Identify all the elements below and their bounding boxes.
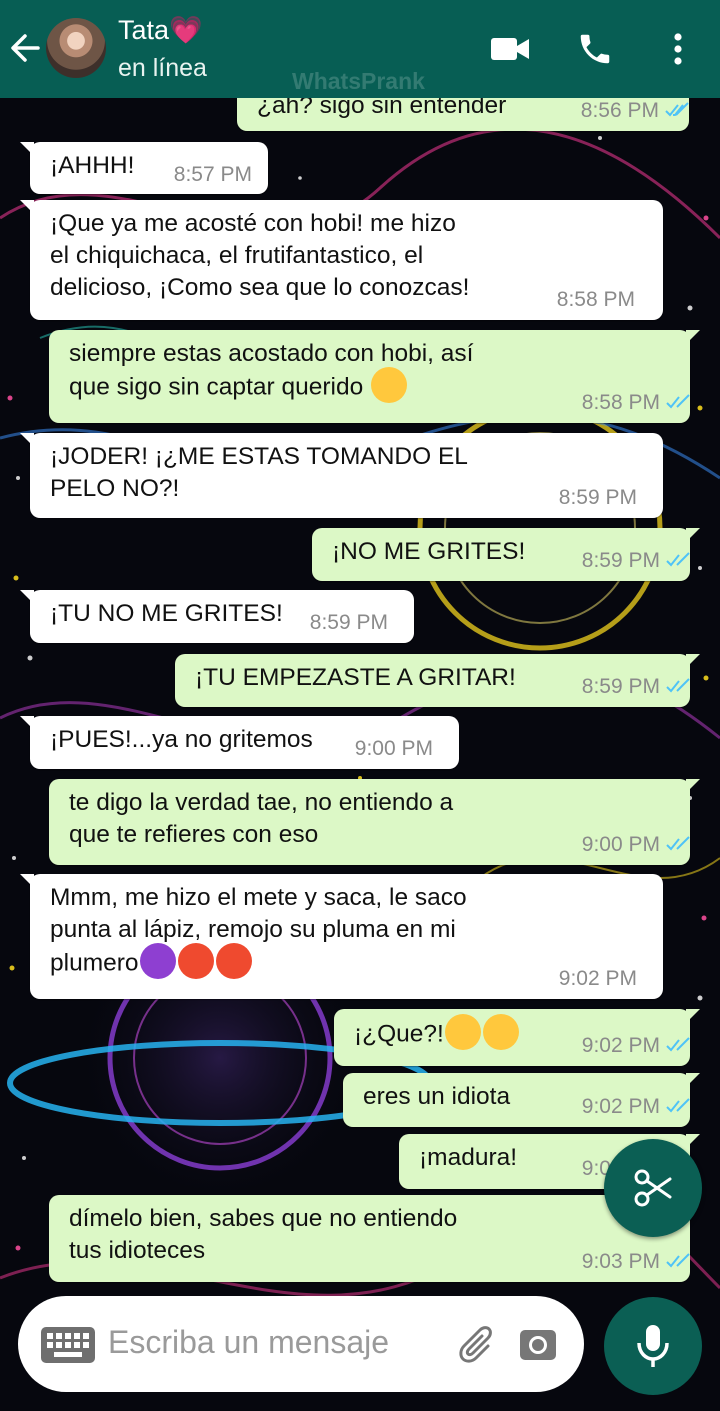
message-text: delicioso, ¡Como sea que lo conozcas!: [50, 274, 470, 301]
message-time: 9:00 PM: [581, 833, 660, 856]
more-options-button[interactable]: [668, 32, 688, 71]
message-text: el chiquichaca, el frutifantastico, el: [50, 242, 424, 269]
more-vert-icon: [674, 33, 682, 65]
message-text: siempre estas acostado con hobi, así: [69, 340, 474, 367]
smiling-devil-emoji: [139, 943, 176, 979]
message-time: 8:59 PM: [558, 486, 637, 509]
voice-call-button[interactable]: [576, 30, 614, 73]
message-text: plumero: [50, 949, 139, 977]
scissors-icon: [634, 1169, 672, 1207]
message-outgoing[interactable]: ¡¿Que?! 9:02 PM: [334, 1009, 700, 1066]
message-time: 9:00 PM: [354, 737, 433, 760]
avatar[interactable]: [46, 18, 106, 78]
message-text: que te refieres con eso: [69, 821, 319, 848]
message-incoming[interactable]: ¡PUES!...ya no gritemos 9:00 PM: [20, 716, 459, 769]
message-text: ¡TU EMPEZASTE A GRITAR!: [195, 664, 516, 691]
face-with-hand-over-mouth-emoji: [371, 367, 408, 403]
message-text: ¡¿Que?!: [354, 1020, 444, 1048]
contact-name[interactable]: Tata💗: [118, 14, 203, 46]
keyboard-icon: [41, 1327, 95, 1363]
hot-face-emoji: [177, 943, 214, 979]
message-text: ¡madura!: [419, 1144, 518, 1171]
message-text: tus idioteces: [69, 1237, 206, 1264]
keyboard-button[interactable]: [40, 1326, 96, 1369]
message-text: ¿ah? sigo sin entender: [257, 98, 507, 119]
contact-status: en línea: [118, 54, 207, 82]
paperclip-icon: [459, 1326, 492, 1363]
scissors-button[interactable]: [604, 1139, 702, 1237]
message-text: ¡TU NO ME GRITES!: [50, 600, 283, 627]
watermark: WhatsPrank: [292, 68, 425, 94]
back-button[interactable]: [8, 28, 42, 68]
message-text: ¡JODER! ¡¿ME ESTAS TOMANDO EL: [50, 443, 468, 470]
attach-button[interactable]: [458, 1324, 498, 1369]
video-call-icon: [491, 38, 529, 60]
message-outgoing[interactable]: ¡TU EMPEZASTE A GRITAR! 8:59 PM: [175, 654, 700, 707]
phone-icon: [580, 34, 610, 64]
message-input[interactable]: Escriba un mensaje: [108, 1324, 389, 1361]
message-text: ¡NO ME GRITES!: [332, 538, 526, 565]
video-call-button[interactable]: [490, 36, 530, 67]
message-time: 9:02 PM: [581, 1034, 660, 1057]
message-text: eres un idiota: [363, 1083, 511, 1110]
message-text: que sigo sin captar querido: [69, 373, 364, 401]
read-receipt-icon: [666, 1037, 690, 1052]
message-text: punta al lápiz, remojo su pluma en mi: [50, 916, 456, 943]
message-text: Mmm, me hizo el mete y saca, le saco: [50, 884, 467, 911]
message-outgoing[interactable]: eres un idiota 9:02 PM: [343, 1073, 700, 1127]
message-time: 8:58 PM: [556, 288, 635, 311]
read-receipt-icon: [666, 678, 690, 693]
message-time: 9:02 PM: [581, 1095, 660, 1118]
message-time: 8:59 PM: [581, 549, 660, 572]
read-receipt-icon: [666, 836, 690, 851]
message-text: te digo la verdad tae, no entiendo a: [69, 789, 454, 816]
message-text: ¡Que ya me acosté con hobi! me hizo: [50, 210, 456, 237]
message-text: dímelo bien, sabes que no entiendo: [69, 1205, 458, 1232]
message-outgoing[interactable]: ¿ah? sigo sin entender 8:56 PM: [237, 98, 689, 131]
rofl-emoji: [482, 1014, 519, 1050]
message-input-bar[interactable]: Escriba un mensaje: [18, 1296, 584, 1392]
message-incoming[interactable]: ¡JODER! ¡¿ME ESTAS TOMANDO EL PELO NO?! …: [20, 433, 663, 518]
message-outgoing[interactable]: ¡NO ME GRITES! 8:59 PM: [312, 528, 700, 581]
message-time: 8:58 PM: [581, 391, 660, 414]
rofl-emoji: [444, 1014, 481, 1050]
message-outgoing[interactable]: siempre estas acostado con hobi, así que…: [49, 330, 700, 423]
read-receipt-icon: [666, 1098, 690, 1113]
message-time: 8:59 PM: [581, 675, 660, 698]
microphone-icon: [637, 1325, 669, 1367]
read-receipt-icon: [666, 394, 690, 409]
mic-button[interactable]: [604, 1297, 702, 1395]
read-receipt-icon: [666, 552, 690, 567]
arrow-left-icon: [11, 34, 40, 62]
message-text: ¡AHHH!: [50, 152, 135, 179]
message-outgoing[interactable]: dímelo bien, sabes que no entiendo tus i…: [49, 1195, 700, 1282]
read-receipt-icon: [666, 1253, 690, 1268]
read-receipt-icon: [665, 102, 689, 117]
message-outgoing[interactable]: te digo la verdad tae, no entiendo a que…: [49, 779, 700, 865]
camera-button[interactable]: [518, 1324, 558, 1369]
message-incoming[interactable]: Mmm, me hizo el mete y saca, le saco pun…: [20, 874, 663, 999]
hot-face-emoji: [215, 943, 252, 979]
message-incoming[interactable]: ¡Que ya me acosté con hobi! me hizo el c…: [20, 200, 663, 320]
message-incoming[interactable]: ¡AHHH! 8:57 PM: [20, 142, 268, 194]
message-time: 8:57 PM: [173, 163, 252, 186]
camera-icon: [520, 1330, 556, 1360]
message-text: ¡PUES!...ya no gritemos: [50, 726, 313, 753]
message-time: 9:02 PM: [558, 967, 637, 990]
message-incoming[interactable]: ¡TU NO ME GRITES! 8:59 PM: [20, 590, 414, 643]
message-time: 8:59 PM: [309, 611, 388, 634]
message-time: 9:03 PM: [581, 1250, 660, 1273]
message-text: PELO NO?!: [50, 475, 180, 502]
message-time: 8:56 PM: [580, 99, 659, 122]
